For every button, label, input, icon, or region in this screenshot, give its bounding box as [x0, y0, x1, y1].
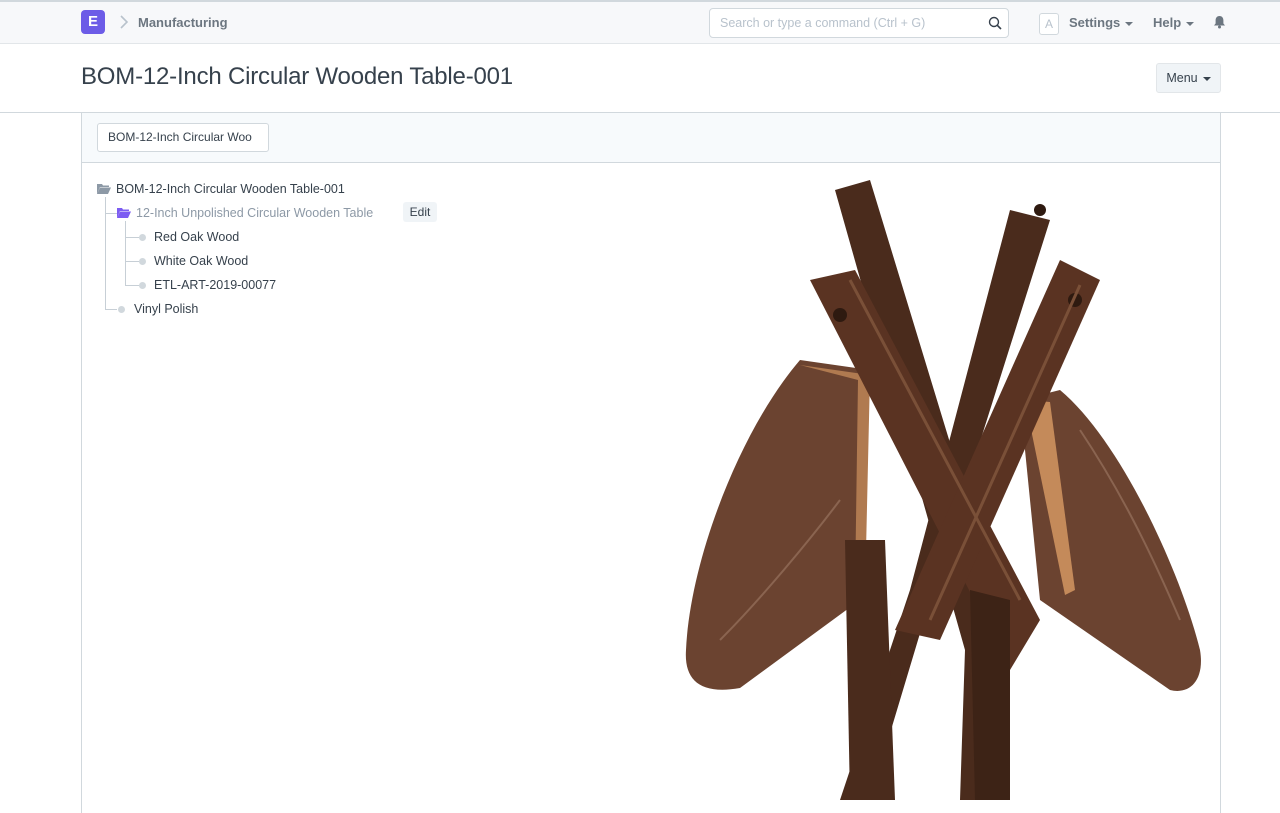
menu-label: Menu	[1166, 71, 1198, 85]
help-label: Help	[1153, 15, 1182, 30]
caret-down-icon	[1125, 21, 1134, 26]
navbar: E Manufacturing A Settings Help	[0, 0, 1280, 44]
tree-leaf-dot	[118, 306, 125, 313]
help-dropdown[interactable]: Help	[1153, 15, 1195, 30]
tree-node-item[interactable]: White Oak Wood	[154, 254, 248, 268]
avatar[interactable]: A	[1039, 13, 1059, 35]
settings-dropdown[interactable]: Settings	[1069, 15, 1134, 30]
panel-toolbar: BOM-12-Inch Circular Woo	[82, 113, 1220, 163]
search-icon[interactable]	[988, 16, 1002, 30]
tree-node-item[interactable]: ETL-ART-2019-00077	[154, 278, 276, 292]
edit-button[interactable]: Edit	[403, 202, 437, 222]
search-box	[709, 8, 1009, 38]
tree-leaf-dot	[139, 282, 146, 289]
folder-open-icon	[97, 184, 111, 194]
caret-down-icon	[1186, 21, 1195, 26]
tree-node-item[interactable]: Red Oak Wood	[154, 230, 239, 244]
page-title: BOM-12-Inch Circular Wooden Table-001	[81, 63, 513, 90]
menu-button[interactable]: Menu	[1156, 63, 1221, 93]
tree-leaf-dot	[139, 258, 146, 265]
tree-leaf-dot	[139, 234, 146, 241]
caret-down-icon	[1202, 76, 1211, 81]
search-input[interactable]	[720, 9, 980, 37]
product-image	[685, 180, 1201, 800]
tree-connector	[105, 213, 117, 214]
tree-connector	[125, 261, 139, 262]
tree-node-root[interactable]: BOM-12-Inch Circular Wooden Table-001	[116, 182, 345, 196]
bell-icon[interactable]	[1213, 15, 1226, 29]
tree-connector	[125, 237, 139, 238]
tree-node-item[interactable]: Vinyl Polish	[134, 302, 198, 316]
settings-label: Settings	[1069, 15, 1121, 30]
breadcrumb-manufacturing[interactable]: Manufacturing	[138, 15, 228, 30]
app-logo[interactable]: E	[81, 10, 105, 34]
tree-connector	[125, 285, 139, 286]
folder-open-icon	[117, 208, 131, 218]
tree-node-sub-assembly[interactable]: 12-Inch Unpolished Circular Wooden Table	[136, 206, 373, 220]
page-head: BOM-12-Inch Circular Wooden Table-001 Me…	[0, 44, 1280, 113]
tree-connector	[105, 309, 117, 310]
bom-filter-field[interactable]: BOM-12-Inch Circular Woo	[97, 123, 269, 152]
tree-connector	[125, 221, 126, 286]
chevron-right-icon	[120, 15, 129, 29]
